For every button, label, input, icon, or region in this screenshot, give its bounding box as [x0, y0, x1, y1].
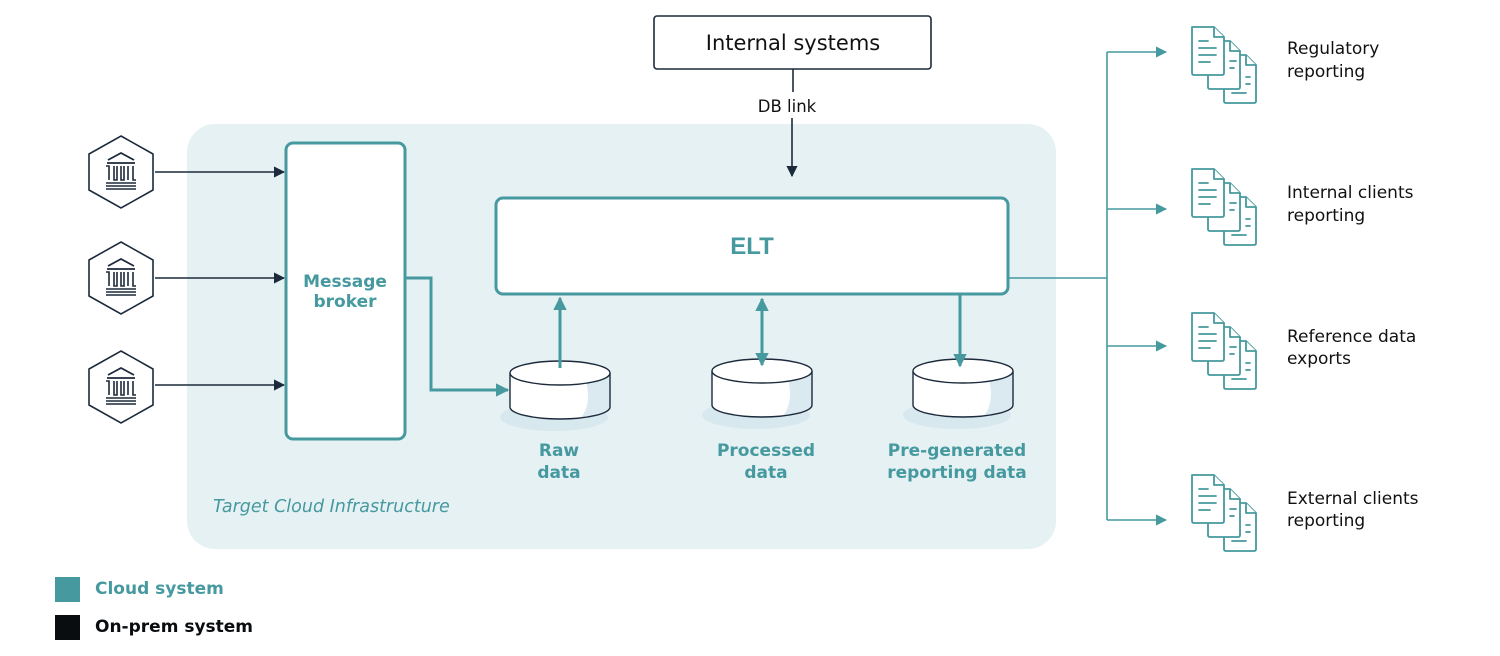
processed-data-label: data — [744, 463, 787, 483]
processed-data-store[interactable] — [702, 358, 813, 430]
cloud-region-label: Target Cloud Infrastructure — [213, 497, 450, 517]
output-label-regulatory: reporting — [1287, 62, 1365, 82]
output-label-reference-data: Reference data — [1287, 327, 1416, 347]
raw-data-label: Raw — [539, 441, 580, 461]
pregenerated-data-label: reporting data — [887, 463, 1027, 483]
documents-icon — [1191, 168, 1257, 246]
message-broker-label: Message — [303, 272, 387, 292]
bank-icon — [88, 135, 154, 209]
bank-icon — [88, 241, 154, 315]
raw-data-label: data — [537, 463, 580, 483]
elt-label: ELT — [730, 233, 774, 260]
processed-data-label: Processed — [717, 441, 815, 461]
output-label-internal-clients: reporting — [1287, 206, 1365, 226]
legend-swatch-onprem — [55, 615, 80, 640]
documents-icon — [1191, 26, 1257, 104]
pregenerated-data-label: Pre-generated — [888, 441, 1026, 461]
internal-systems-label: Internal systems — [706, 31, 880, 55]
legend-label-onprem: On-prem system — [95, 617, 253, 637]
output-label-external-clients: reporting — [1287, 511, 1365, 531]
output-label-external-clients: External clients — [1287, 489, 1419, 509]
pregenerated-data-store[interactable] — [903, 358, 1014, 430]
output-label-regulatory: Regulatory — [1287, 39, 1379, 59]
output-label-internal-clients: Internal clients — [1287, 183, 1414, 203]
bank-icon — [88, 350, 154, 424]
documents-icon — [1191, 474, 1257, 552]
documents-icon — [1191, 312, 1257, 390]
db-link-label: DB link — [758, 97, 817, 116]
raw-data-store[interactable] — [500, 360, 611, 432]
output-label-reference-data: exports — [1287, 349, 1351, 369]
legend-label-cloud: Cloud system — [95, 579, 224, 599]
legend-swatch-cloud — [55, 577, 80, 602]
message-broker-label: broker — [314, 292, 378, 312]
architecture-diagram: Target Cloud Infrastructure Internal sys… — [55, 15, 1419, 640]
